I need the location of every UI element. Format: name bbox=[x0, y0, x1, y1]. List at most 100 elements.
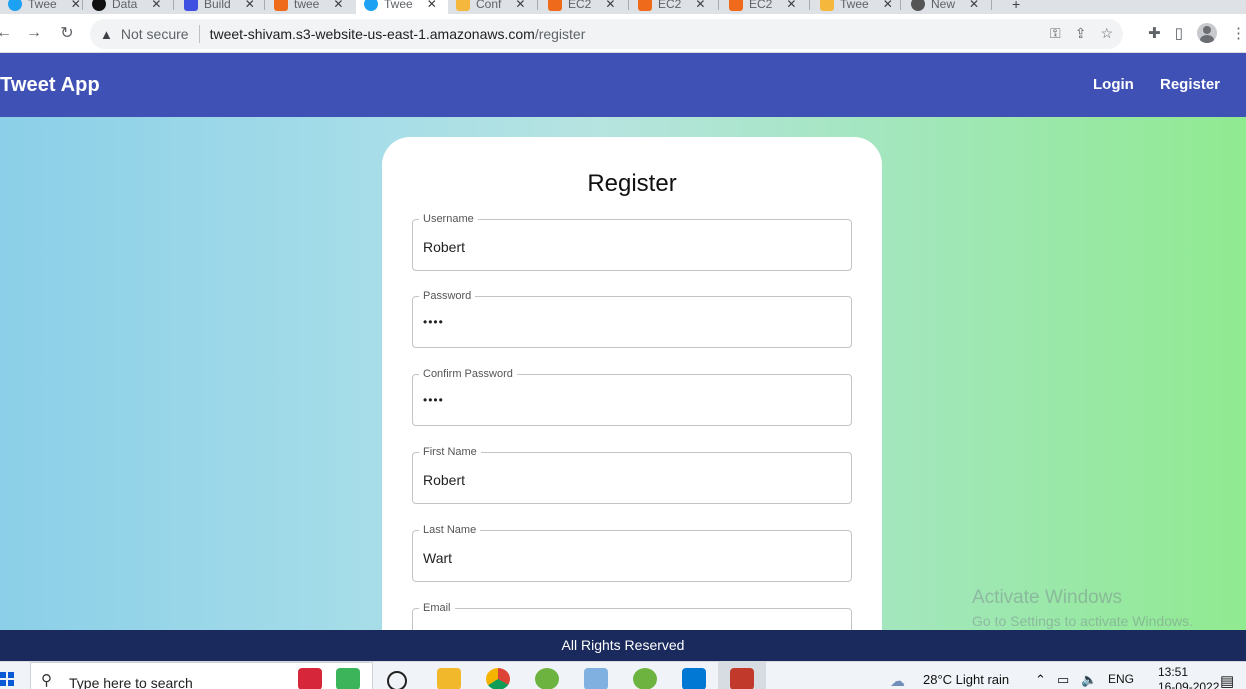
weather-text[interactable]: 28°C Light rain bbox=[923, 672, 1009, 687]
close-icon[interactable]: ✕ bbox=[333, 0, 343, 11]
field-label: Username bbox=[419, 212, 478, 226]
share-icon[interactable]: ⇪ bbox=[1075, 25, 1087, 42]
side-panel-icon[interactable]: ▯ bbox=[1175, 24, 1183, 42]
key-icon[interactable]: ⚿ bbox=[1050, 25, 1061, 42]
tab-favicon-icon bbox=[729, 0, 743, 11]
first-name-field[interactable]: First Name Robert bbox=[412, 445, 852, 504]
windows-start-icon[interactable] bbox=[0, 672, 14, 686]
email-field[interactable]: Email bbox=[412, 601, 852, 630]
tab-favicon-icon bbox=[548, 0, 562, 11]
browser-tab[interactable]: EC2 ✕ bbox=[540, 0, 623, 14]
form-title: Register bbox=[587, 170, 677, 197]
cortana-icon[interactable] bbox=[387, 671, 407, 689]
field-value: Wart bbox=[423, 550, 453, 566]
reload-icon[interactable]: ↻ bbox=[57, 23, 77, 43]
page-footer: All Rights Reserved bbox=[0, 630, 1246, 661]
password-field[interactable]: Password •••• bbox=[412, 289, 852, 348]
address-bar[interactable]: ▲ Not secure tweet-shivam.s3-website-us-… bbox=[90, 19, 1123, 49]
browser-tab[interactable]: EC2 ✕ bbox=[630, 0, 713, 14]
clock[interactable]: 13:51 16-09-2022 bbox=[1158, 665, 1219, 689]
browser-tab-strip: Twee ✕ Data ✕ Build ✕ twee ✕ Twee ✕ Conf… bbox=[0, 0, 1246, 14]
field-value: Robert bbox=[423, 239, 466, 255]
security-label[interactable]: Not secure bbox=[121, 26, 189, 42]
main-content: Register Username Robert Password •••• C… bbox=[0, 117, 1246, 630]
back-arrow-icon[interactable]: ← bbox=[0, 23, 14, 43]
forward-arrow-icon[interactable]: → bbox=[24, 23, 44, 43]
volume-icon[interactable]: 🔈 bbox=[1081, 672, 1097, 688]
clock-date: 16-09-2022 bbox=[1158, 680, 1220, 689]
browser-tab[interactable]: twee ✕ bbox=[266, 0, 351, 14]
chevron-up-icon[interactable]: ⌃ bbox=[1035, 672, 1046, 688]
extensions-icon[interactable]: ✚ bbox=[1148, 24, 1161, 42]
tab-label: Conf bbox=[476, 0, 502, 11]
app-icon[interactable] bbox=[730, 668, 754, 689]
close-icon[interactable]: ✕ bbox=[695, 0, 705, 11]
new-tab-button[interactable]: + bbox=[1004, 0, 1028, 14]
browser-tab[interactable]: Data ✕ bbox=[84, 0, 169, 14]
browser-tab[interactable]: Conf ✕ bbox=[448, 0, 533, 14]
close-icon[interactable]: ✕ bbox=[969, 0, 979, 11]
browser-tab[interactable]: EC2 ✕ bbox=[721, 0, 804, 14]
field-label: Password bbox=[419, 289, 476, 303]
browser-toolbar: ← → ↻ ▲ Not secure tweet-shivam.s3-websi… bbox=[0, 14, 1246, 53]
close-icon[interactable]: ✕ bbox=[245, 0, 255, 11]
field-label: Confirm Password bbox=[419, 367, 517, 381]
field-label: Last Name bbox=[419, 523, 481, 537]
close-icon[interactable]: ✕ bbox=[427, 0, 437, 11]
browser-tab[interactable]: Twee ✕ bbox=[0, 0, 89, 14]
file-explorer-icon[interactable] bbox=[437, 668, 461, 689]
close-icon[interactable]: ✕ bbox=[786, 0, 796, 11]
profile-avatar-icon[interactable] bbox=[1197, 23, 1217, 43]
app-brand[interactable]: Tweet App bbox=[0, 74, 100, 97]
tab-favicon-icon bbox=[8, 0, 22, 11]
windows-taskbar: ⚲ Type here to search ☁ 28°C Light rain … bbox=[0, 661, 1246, 689]
close-icon[interactable]: ✕ bbox=[151, 0, 161, 11]
language-indicator[interactable]: ENG bbox=[1108, 672, 1134, 686]
star-icon[interactable]: ☆ bbox=[1100, 25, 1113, 42]
tab-favicon-icon bbox=[638, 0, 652, 11]
tab-favicon-icon bbox=[364, 0, 378, 11]
clock-time: 13:51 bbox=[1158, 665, 1189, 679]
tab-label: EC2 bbox=[568, 0, 592, 11]
search-highlight-icon[interactable] bbox=[298, 668, 322, 689]
watermark-subtitle: Go to Settings to activate Windows. bbox=[972, 613, 1193, 629]
warning-icon[interactable]: ▲ bbox=[100, 27, 113, 42]
last-name-field[interactable]: Last Name Wart bbox=[412, 523, 852, 582]
chrome-icon[interactable] bbox=[486, 668, 510, 689]
tab-label: twee bbox=[294, 0, 320, 11]
menu-kebab-icon[interactable]: ⋮ bbox=[1231, 24, 1246, 42]
confirm-password-field[interactable]: Confirm Password •••• bbox=[412, 367, 852, 426]
browser-tab[interactable]: Twee ✕ bbox=[812, 0, 901, 14]
tab-label: Twee bbox=[28, 0, 57, 11]
network-icon[interactable]: ▭ bbox=[1057, 672, 1069, 688]
tab-favicon-icon bbox=[274, 0, 288, 11]
vscode-icon[interactable] bbox=[682, 668, 706, 689]
search-highlight-icon[interactable] bbox=[336, 668, 360, 689]
close-icon[interactable]: ✕ bbox=[605, 0, 615, 11]
browser-tab-active[interactable]: Twee ✕ bbox=[356, 0, 448, 14]
close-icon[interactable]: ✕ bbox=[515, 0, 525, 11]
username-field[interactable]: Username Robert bbox=[412, 212, 852, 271]
tab-label: Build bbox=[204, 0, 231, 11]
register-link[interactable]: Register bbox=[1160, 76, 1220, 93]
tab-label: Twee bbox=[840, 0, 869, 11]
close-icon[interactable]: ✕ bbox=[71, 0, 81, 11]
tab-favicon-icon bbox=[820, 0, 834, 11]
app-icon[interactable] bbox=[584, 668, 608, 689]
spring-tools-icon[interactable] bbox=[633, 668, 657, 689]
tab-label: New bbox=[931, 0, 956, 11]
tab-label: Data bbox=[112, 0, 138, 11]
field-value: •••• bbox=[423, 315, 444, 329]
weather-cloud-icon[interactable]: ☁ bbox=[890, 672, 905, 689]
url-text[interactable]: tweet-shivam.s3-website-us-east-1.amazon… bbox=[210, 26, 586, 42]
browser-tab[interactable]: New ✕ bbox=[903, 0, 987, 14]
field-value: Robert bbox=[423, 472, 466, 488]
browser-tab[interactable]: Build ✕ bbox=[176, 0, 263, 14]
spring-tools-icon[interactable] bbox=[535, 668, 559, 689]
search-placeholder: Type here to search bbox=[69, 675, 193, 689]
url-path: /register bbox=[534, 26, 586, 42]
close-icon[interactable]: ✕ bbox=[883, 0, 893, 11]
notification-icon[interactable]: ▤ bbox=[1220, 672, 1234, 689]
login-link[interactable]: Login bbox=[1093, 76, 1134, 93]
tab-favicon-icon bbox=[911, 0, 925, 11]
